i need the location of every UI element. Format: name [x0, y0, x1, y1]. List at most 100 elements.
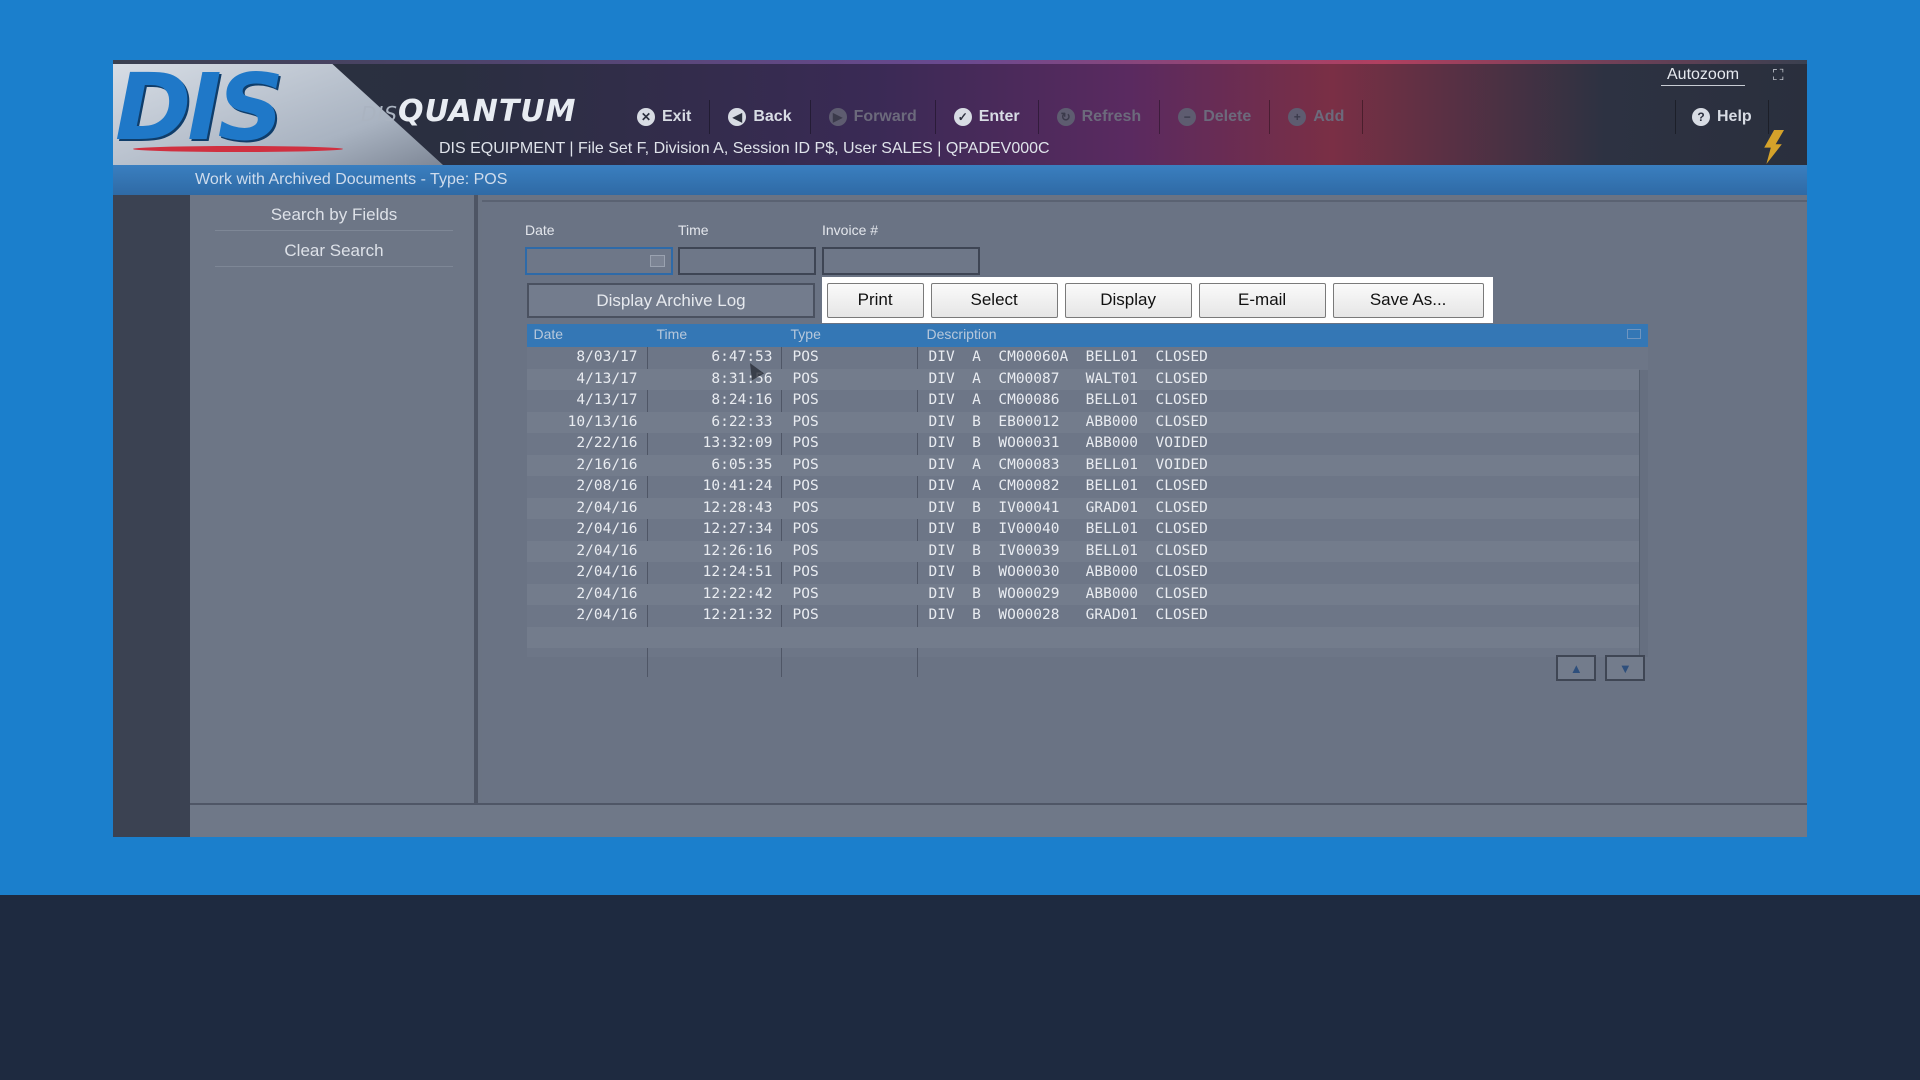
autozoom-toggle[interactable]: Autozoom: [1661, 66, 1746, 86]
cell-type: POS: [792, 585, 819, 602]
table-row[interactable]: 4/13/17 8:24:16 POS DIV A CM00086 BELL01 CL…: [527, 390, 1639, 412]
table-row[interactable]: 4/13/17 8:31:56 POS DIV A CM00087 WALT01 CL…: [526, 368, 1639, 391]
cell-description: DIV B WO00029 ABB000 CLOSED: [928, 585, 1208, 602]
cell-date: 2/04/16: [576, 564, 638, 581]
forward-button[interactable]: ▶ Forward: [811, 100, 936, 134]
column-chooser-icon[interactable]: [1626, 329, 1641, 340]
time-label: Time: [678, 222, 709, 238]
email-button[interactable]: E-mail: [1198, 282, 1326, 318]
cell-type: POS: [792, 456, 819, 473]
archive-table: Date Time Type Description 8/03/17 6:47:5…: [526, 324, 1648, 678]
cell-type: POS: [792, 542, 819, 559]
column-header-date[interactable]: Date: [534, 326, 564, 342]
cell-description: DIV B IV00039 BELL01 CLOSED: [928, 542, 1208, 559]
cell-time: 12:22:42: [702, 585, 773, 602]
invoice-input[interactable]: [822, 247, 980, 275]
table-body: 8/03/17 6:47:53 POS DIV A CM00060A BELL01 C…: [526, 347, 1648, 678]
brand-name: DISQUANTUM: [361, 94, 577, 129]
cell-date: 2/04/16: [576, 542, 638, 559]
help-button[interactable]: ? Help: [1675, 100, 1769, 134]
arrow-left-circle-icon: ◀: [728, 108, 747, 126]
column-header-time[interactable]: Time: [657, 326, 688, 342]
cell-type: POS: [792, 370, 819, 387]
exit-button[interactable]: ✕ Exit: [619, 100, 711, 134]
header-bar: DIS DISQUANTUM ✕ Exit ◀ Back ▶ Forward ✓…: [113, 60, 1807, 165]
table-row[interactable]: 2/04/16 12:22:42 POS DIV B WO00029 ABB000 C…: [526, 583, 1639, 606]
table-row[interactable]: 10/13/16 6:22:33 POS DIV B EB00012 ABB000 C…: [526, 411, 1639, 434]
brand-main: QUANTUM: [398, 94, 577, 129]
save-as-button[interactable]: Save As...: [1332, 282, 1484, 318]
page-title: Work with Archived Documents - Type: POS: [195, 171, 508, 188]
cell-type: POS: [792, 435, 819, 452]
cell-description: DIV B IV00040 BELL01 CLOSED: [928, 521, 1208, 538]
refresh-label: Refresh: [1081, 108, 1142, 125]
table-row[interactable]: 2/22/16 13:32:09 POS DIV B WO00031 ABB000 V…: [527, 433, 1639, 455]
back-label: Back: [753, 108, 792, 125]
brand-prefix: DIS: [361, 102, 398, 126]
cell-time: 6:47:53: [711, 349, 773, 366]
enter-label: Enter: [978, 108, 1020, 125]
exit-label: Exit: [662, 108, 692, 125]
cell-type: POS: [792, 564, 819, 581]
table-row[interactable]: 2/16/16 6:05:35 POS DIV A CM00083 BELL01 VO…: [526, 454, 1639, 477]
cell-time: 10:41:24: [702, 478, 773, 495]
table-row-empty: [526, 626, 1639, 649]
sidebar: Search by Fields Clear Search: [190, 195, 478, 803]
date-input[interactable]: [525, 247, 673, 275]
delete-button[interactable]: − Delete: [1160, 100, 1271, 134]
plus-circle-icon: +: [1288, 108, 1307, 126]
help-label: Help: [1717, 108, 1752, 125]
table-scrollbar[interactable]: [1638, 370, 1648, 658]
table-row[interactable]: 2/04/16 12:24:51 POS DIV B WO00030 ABB000 C…: [527, 562, 1639, 584]
calendar-icon[interactable]: [650, 255, 665, 267]
back-button[interactable]: ◀ Back: [710, 100, 811, 134]
display-button[interactable]: Display: [1064, 282, 1192, 318]
page-up-button[interactable]: ▲: [1556, 655, 1597, 682]
add-button[interactable]: + Add: [1270, 100, 1364, 134]
print-button[interactable]: Print: [826, 282, 924, 318]
display-archive-log-button[interactable]: Display Archive Log: [526, 282, 816, 319]
table-row[interactable]: 2/04/16 12:26:16 POS DIV B IV00039 BELL01 C…: [526, 540, 1639, 563]
title-bar: Work with Archived Documents - Type: POS: [113, 165, 1807, 195]
cell-date: 4/13/17: [576, 370, 638, 387]
select-button[interactable]: Select: [930, 282, 1058, 318]
cell-description: DIV A CM00086 BELL01 CLOSED: [928, 392, 1208, 409]
forward-label: Forward: [853, 108, 917, 125]
cell-description: DIV B EB00012 ABB000 CLOSED: [928, 413, 1208, 430]
cell-description: DIV A CM00060A BELL01 CLOSED: [928, 349, 1208, 366]
column-header-type[interactable]: Type: [791, 326, 821, 342]
cell-type: POS: [792, 607, 819, 624]
add-label: Add: [1313, 108, 1345, 125]
table-header: Date Time Type Description: [526, 324, 1648, 348]
cell-description: DIV B WO00031 ABB000 VOIDED: [928, 435, 1208, 452]
arrow-up-icon: ▲: [1569, 660, 1583, 676]
fullscreen-icon[interactable]: ⛶: [1773, 67, 1784, 84]
date-label: Date: [525, 222, 555, 238]
sidebar-item-clear-search[interactable]: Clear Search: [215, 241, 453, 267]
table-row[interactable]: 2/04/16 12:21:32 POS DIV B WO00028 GRAD01 C…: [527, 605, 1639, 627]
sidebar-item-search-by-fields[interactable]: Search by Fields: [215, 205, 453, 231]
cell-date: 10/13/16: [567, 413, 638, 430]
enter-button[interactable]: ✓ Enter: [936, 100, 1039, 134]
column-header-description[interactable]: Description: [927, 326, 997, 342]
cell-description: DIV A CM00082 BELL01 CLOSED: [928, 478, 1208, 495]
delete-label: Delete: [1203, 108, 1252, 125]
cell-time: 12:27:34: [702, 521, 773, 538]
table-row[interactable]: 2/04/16 12:28:43 POS DIV B IV00041 GRAD01 C…: [526, 497, 1639, 520]
cell-time: 12:26:16: [702, 542, 773, 559]
page-down-button[interactable]: ▼: [1605, 655, 1646, 682]
lightning-bolt-icon: [1764, 130, 1784, 164]
left-gutter: [113, 195, 190, 837]
refresh-button[interactable]: ↻ Refresh: [1039, 100, 1161, 134]
cell-time: 8:24:16: [711, 392, 773, 409]
time-input[interactable]: [678, 247, 816, 275]
status-bar: [190, 803, 1807, 837]
table-row[interactable]: 2/04/16 12:27:34 POS DIV B IV00040 BELL01 C…: [527, 519, 1639, 541]
arrow-right-circle-icon: ▶: [828, 108, 847, 126]
table-row[interactable]: 2/08/16 10:41:24 POS DIV A CM00082 BELL01 C…: [527, 476, 1639, 498]
table-row[interactable]: 8/03/17 6:47:53 POS DIV A CM00060A BELL01 C…: [527, 347, 1639, 369]
cell-date: 2/04/16: [576, 499, 638, 516]
cell-time: 6:22:33: [711, 413, 773, 430]
cell-description: DIV B WO00030 ABB000 CLOSED: [928, 564, 1208, 581]
cell-type: POS: [792, 499, 819, 516]
